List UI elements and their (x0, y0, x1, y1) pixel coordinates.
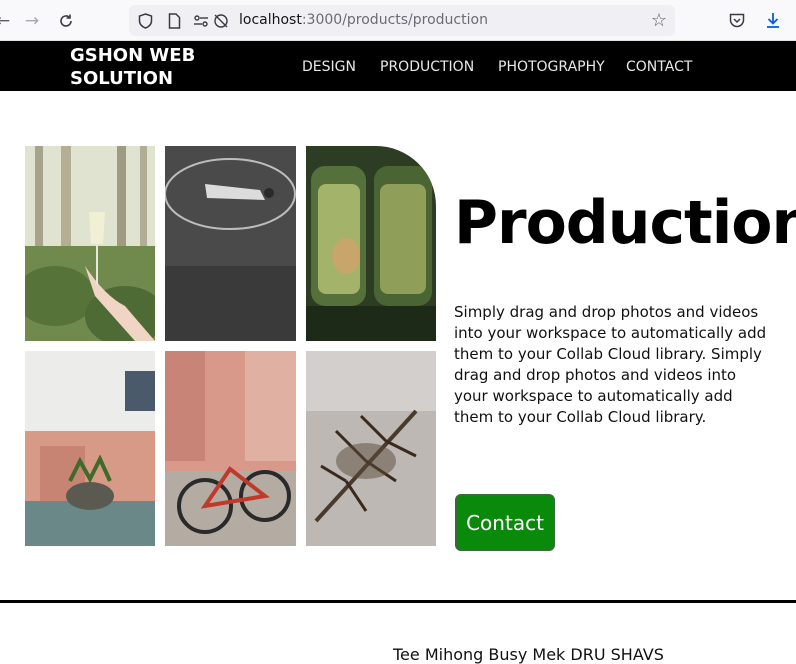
download-icon[interactable] (762, 9, 784, 31)
shield-icon[interactable] (137, 12, 154, 29)
site-navbar: GSHON WEB SOLUTION DESIGN PRODUCTION PHO… (0, 41, 796, 91)
section-divider (0, 600, 796, 603)
pine-branch-snow-photo (306, 351, 436, 546)
browser-toolbar: ← → localhost:3000/products/production ☆ (0, 0, 796, 41)
hero-description: Simply drag and drop photos and videos i… (454, 303, 767, 426)
nav-contact[interactable]: CONTACT (626, 59, 692, 75)
page-title: Production (454, 188, 796, 258)
url-path: :3000/products/production (301, 12, 488, 28)
contact-button[interactable]: Contact (455, 494, 555, 551)
person-lying-on-court-photo (165, 146, 296, 341)
reload-icon[interactable] (55, 10, 77, 32)
red-bicycles-photo (165, 351, 296, 546)
permissions-icon[interactable] (192, 12, 209, 29)
pocket-icon[interactable] (726, 9, 748, 31)
page-icon (166, 12, 183, 29)
nav-production[interactable]: PRODUCTION (380, 59, 474, 75)
back-icon[interactable]: ← (0, 10, 14, 32)
brand-logo[interactable]: GSHON WEB SOLUTION (70, 44, 210, 90)
url-text: localhost:3000/products/production (239, 12, 488, 28)
address-bar[interactable]: localhost:3000/products/production ☆ (129, 5, 675, 36)
nav-photography[interactable]: PHOTOGRAPHY (498, 59, 605, 75)
nav-design[interactable]: DESIGN (302, 59, 356, 75)
green-train-interior-photo (306, 146, 436, 341)
url-host: localhost (239, 12, 302, 28)
forward-icon[interactable]: → (21, 10, 43, 32)
bookmark-star-icon[interactable]: ☆ (651, 10, 667, 31)
pink-building-plant-photo (25, 351, 155, 546)
hand-holding-wine-glass-photo (25, 146, 155, 341)
tracking-off-icon[interactable] (212, 12, 229, 29)
